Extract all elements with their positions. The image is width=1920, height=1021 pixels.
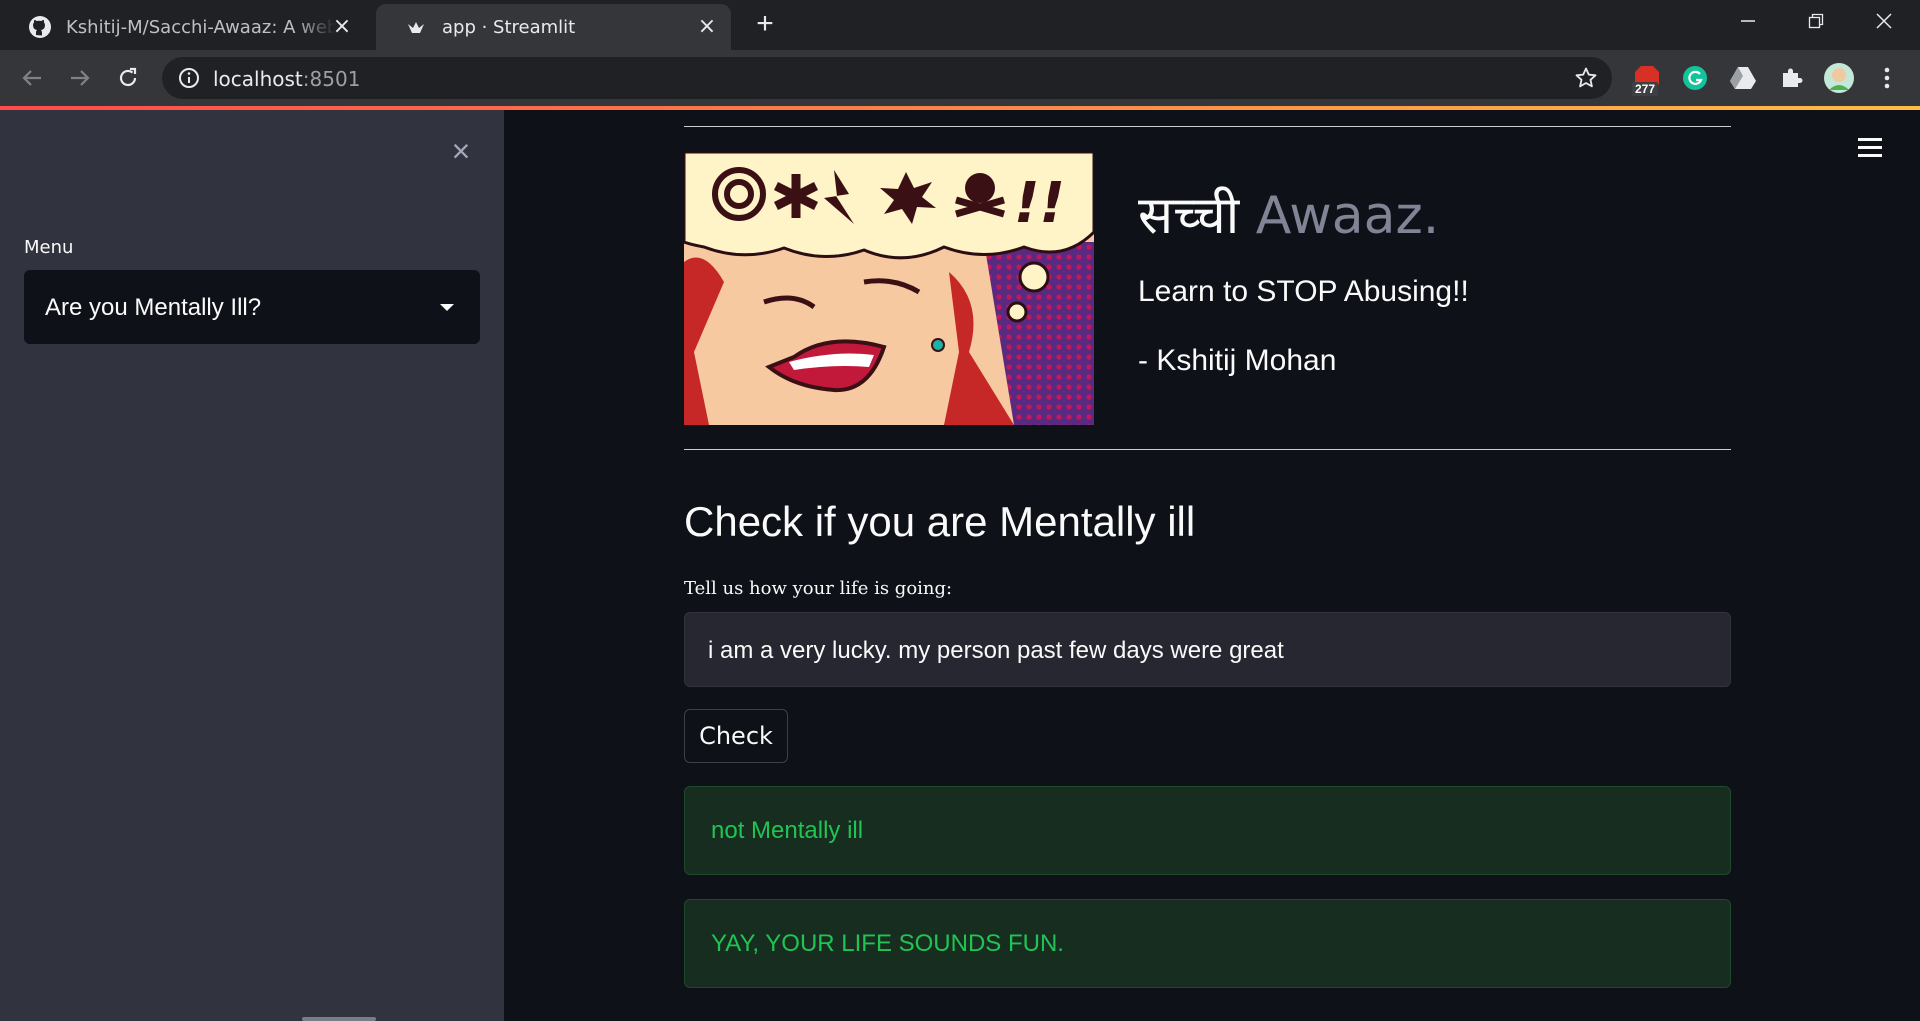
input-label: Tell us how your life is going:	[684, 578, 953, 599]
menu-select[interactable]: Are you Mentally Ill?	[24, 270, 480, 344]
window-close-icon[interactable]	[1850, 0, 1918, 42]
close-tab-icon[interactable]: ×	[332, 16, 352, 38]
extension-badge: 277	[1632, 82, 1659, 96]
chevron-down-icon	[440, 304, 454, 311]
header-image: !!	[684, 152, 1094, 425]
horizontal-scrollbar[interactable]	[302, 1017, 376, 1021]
reload-icon[interactable]	[112, 62, 144, 94]
section-title: Check if you are Mentally ill	[684, 498, 1196, 545]
life-text-input[interactable]: i am a very lucky. my person past few da…	[684, 612, 1731, 687]
restore-icon[interactable]	[1782, 0, 1850, 42]
browser-menu-icon[interactable]	[1870, 61, 1904, 95]
grammarly-extension-icon[interactable]	[1678, 61, 1712, 95]
app-title: सच्ची Awaaz.	[1138, 186, 1440, 246]
result-alert: not Mentally ill	[684, 786, 1731, 875]
bookmark-star-icon[interactable]	[1574, 66, 1598, 95]
app-author: - Kshitij Mohan	[1138, 344, 1337, 377]
result-alert: YAY, YOUR LIFE SOUNDS FUN.	[684, 899, 1731, 988]
browser-tab-github[interactable]: Kshitij-M/Sacchi-Awaaz: A web ap ×	[0, 4, 366, 50]
divider	[684, 449, 1731, 450]
address-bar[interactable]: localhost:8501	[162, 57, 1612, 99]
streamlit-icon	[404, 15, 428, 39]
sidebar: × Menu Are you Mentally Ill?	[0, 110, 504, 1021]
browser-tab-streamlit[interactable]: app · Streamlit ×	[376, 4, 731, 50]
app-subtitle: Learn to STOP Abusing!!	[1138, 275, 1469, 308]
close-sidebar-icon[interactable]: ×	[445, 135, 477, 167]
close-tab-icon[interactable]: ×	[697, 16, 717, 38]
github-icon	[28, 15, 52, 39]
divider	[684, 126, 1731, 127]
menu-label: Menu	[24, 237, 74, 258]
forward-icon[interactable]	[64, 62, 96, 94]
main-content: !! सच्ची Awaaz. Learn to STOP Abusing!! …	[504, 110, 1920, 1021]
browser-toolbar: localhost:8501 277	[0, 50, 1920, 106]
menu-selected-value: Are you Mentally Ill?	[45, 294, 262, 321]
bubble-symbols: !!	[1014, 171, 1065, 236]
site-info-icon[interactable]	[178, 67, 200, 94]
check-button[interactable]: Check	[684, 709, 788, 763]
back-icon[interactable]	[16, 62, 48, 94]
tab-title: Kshitij-M/Sacchi-Awaaz: A web ap	[66, 16, 336, 38]
profile-avatar[interactable]	[1822, 61, 1856, 95]
input-value: i am a very lucky. my person past few da…	[708, 637, 1284, 664]
url-text: localhost:8501	[213, 67, 361, 91]
browser-tab-bar: Kshitij-M/Sacchi-Awaaz: A web ap × app ·…	[0, 0, 1920, 50]
result-message: YAY, YOUR LIFE SOUNDS FUN.	[711, 930, 1064, 957]
drive-extension-icon[interactable]	[1726, 61, 1760, 95]
extensions-puzzle-icon[interactable]	[1774, 61, 1808, 95]
hamburger-menu-icon[interactable]	[1856, 138, 1884, 162]
minimize-icon[interactable]	[1714, 0, 1782, 42]
result-message: not Mentally ill	[711, 817, 864, 844]
new-tab-icon[interactable]: +	[750, 9, 780, 40]
tab-title: app · Streamlit	[442, 16, 576, 38]
